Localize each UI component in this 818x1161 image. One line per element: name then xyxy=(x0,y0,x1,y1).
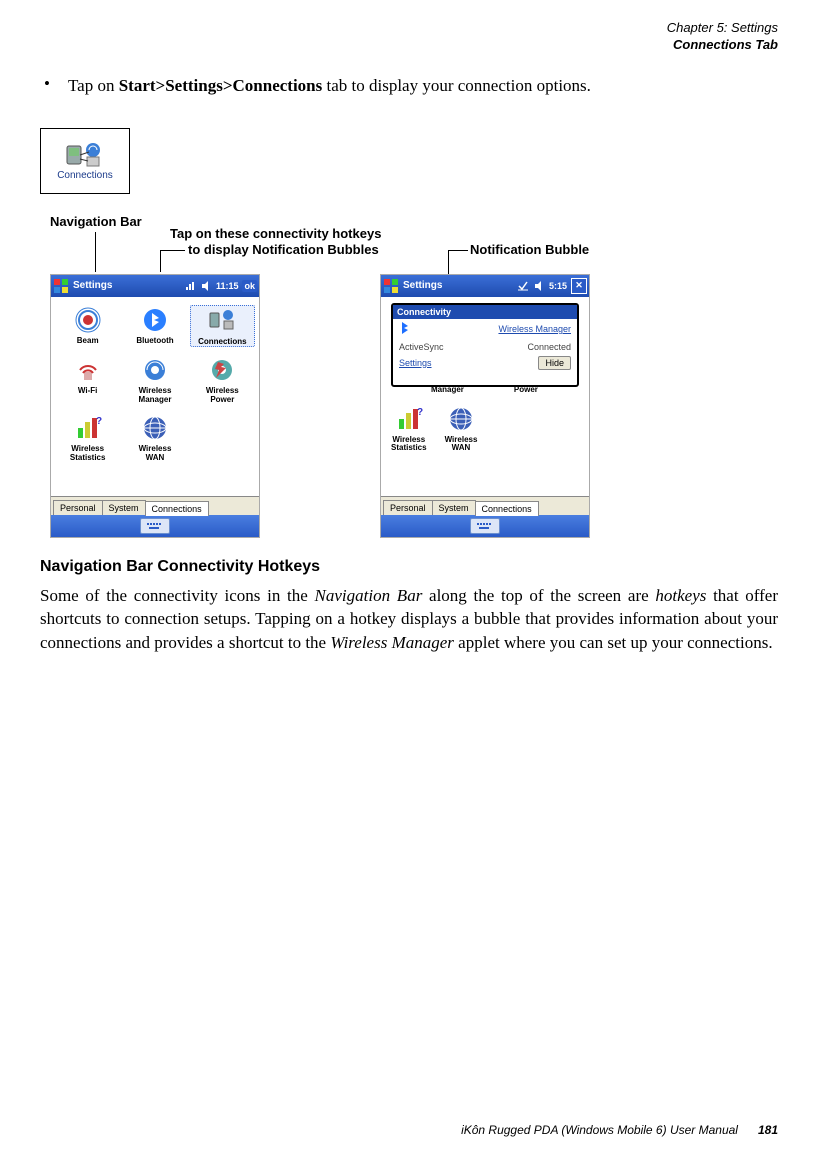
wm-body-1: Beam Bluetooth Connections Wi-Fi xyxy=(51,297,259,496)
header-section: Connections Tab xyxy=(40,37,778,54)
hide-button[interactable]: Hide xyxy=(538,356,571,370)
windows-flag-icon xyxy=(53,278,69,294)
ok-button[interactable]: ok xyxy=(242,280,257,292)
callout-line-hotkeys-v xyxy=(160,250,161,272)
wm-titlebar-1: Settings 11:15 ok xyxy=(51,275,259,297)
app-beam-label: Beam xyxy=(77,337,99,346)
app-beam[interactable]: Beam xyxy=(55,305,120,348)
section-heading: Navigation Bar Connectivity Hotkeys xyxy=(40,558,778,576)
keyboard-icon[interactable] xyxy=(140,518,170,534)
screenshot-row: Settings 11:15 ok Beam xyxy=(50,274,778,538)
app-wifi[interactable]: Wi-Fi xyxy=(55,355,120,405)
callout-line-navbar xyxy=(95,232,96,272)
tab-system-2[interactable]: System xyxy=(432,500,476,515)
para-italic-2: hotkeys xyxy=(655,586,706,605)
wm-title-1: Settings xyxy=(73,280,112,291)
app-wireless-wan-2[interactable]: WirelessWAN xyxy=(445,404,478,454)
app-wireless-wan[interactable]: WirelessWAN xyxy=(122,413,187,463)
instruction-bullet: • Tap on Start>Settings>Connections tab … xyxy=(40,74,778,113)
section-paragraph: Some of the connectivity icons in the Na… xyxy=(40,584,778,655)
callout-line-hotkeys-h xyxy=(160,250,185,251)
instr-path: Start>Settings>Connections xyxy=(119,76,323,95)
pda-screenshot-settings: Settings 11:15 ok Beam xyxy=(50,274,260,538)
callout-line-bubble-h xyxy=(448,250,468,251)
wm-titlebar-2: Settings 5:15 ✕ xyxy=(381,275,589,297)
wm-softbar-2 xyxy=(381,515,589,537)
instruction-text: Tap on Start>Settings>Connections tab to… xyxy=(68,74,591,98)
app-bluetooth[interactable]: Bluetooth xyxy=(122,305,187,348)
pda-screenshot-bubble: Settings 5:15 ✕ Manager Power xyxy=(380,274,590,538)
wm-title-2: Settings xyxy=(403,280,442,291)
app-wireless-wan-label-2: WirelessWAN xyxy=(445,436,478,454)
bubble-row-sync: ActiveSync Connected xyxy=(393,340,577,354)
app-wireless-manager-label: WirelessManager xyxy=(139,387,172,405)
volume-icon-2[interactable] xyxy=(533,280,545,292)
windows-flag-icon-2 xyxy=(383,278,399,294)
tab-connections-1[interactable]: Connections xyxy=(145,501,209,516)
wm-time-2: 5:15 xyxy=(549,281,567,291)
para-seg-4: applet where you can set up your connect… xyxy=(454,633,773,652)
svg-text:?: ? xyxy=(417,407,423,418)
tab-connections-2[interactable]: Connections xyxy=(475,501,539,516)
bubble-row-settings: Settings Hide xyxy=(393,354,577,372)
connections-icon xyxy=(65,140,105,168)
callout-notification-bubble: Notification Bubble xyxy=(470,242,589,257)
volume-icon[interactable] xyxy=(200,280,212,292)
activesync-label: ActiveSync xyxy=(399,342,444,352)
instr-prefix: Tap on xyxy=(68,76,119,95)
para-italic-3: Wireless Manager xyxy=(330,633,454,652)
wm-time-1: 11:15 xyxy=(216,281,239,291)
activesync-status: Connected xyxy=(527,342,571,352)
page-footer: iKôn Rugged PDA (Windows Mobile 6) User … xyxy=(40,1123,778,1137)
para-seg-1: Some of the connectivity icons in the xyxy=(40,586,315,605)
para-italic-1: Navigation Bar xyxy=(315,586,423,605)
wm-body-2: Manager Power ? WirelessStatistics Wirel… xyxy=(381,297,589,496)
tab-system-1[interactable]: System xyxy=(102,500,146,515)
instr-suffix: tab to display your connection options. xyxy=(322,76,591,95)
tab-personal-2[interactable]: Personal xyxy=(383,500,433,515)
notification-bubble: Connectivity Wireless Manager ActiveSync… xyxy=(391,303,579,387)
callout-hotkeys-line2: to display Notification Bubbles xyxy=(188,242,379,257)
settings-icon-grid: Beam Bluetooth Connections Wi-Fi xyxy=(51,297,259,471)
footer-manual-title: iKôn Rugged PDA (Windows Mobile 6) User … xyxy=(461,1123,738,1137)
app-wireless-power-label: WirelessPower xyxy=(206,387,239,405)
app-wireless-statistics-label-2: WirelessStatistics xyxy=(391,436,427,454)
para-seg-2: along the top of the screen are xyxy=(422,586,655,605)
connections-applet-icon: Connections xyxy=(40,128,130,194)
wm-tabs-1: Personal System Connections xyxy=(51,496,259,515)
callout-navigation-bar: Navigation Bar xyxy=(50,214,142,229)
app-connections[interactable]: Connections xyxy=(190,305,255,348)
app-wireless-power[interactable]: WirelessPower xyxy=(190,355,255,405)
app-bluetooth-label: Bluetooth xyxy=(136,337,173,346)
app-wifi-label: Wi-Fi xyxy=(78,387,97,396)
wireless-manager-link[interactable]: Wireless Manager xyxy=(498,324,571,334)
svg-text:?: ? xyxy=(96,416,102,427)
close-button[interactable]: ✕ xyxy=(571,278,587,294)
bluetooth-icon xyxy=(399,321,411,338)
callout-hotkeys-line1: Tap on these connectivity hotkeys xyxy=(170,226,381,241)
connectivity-icon[interactable] xyxy=(517,280,529,292)
callout-labels: Navigation Bar Tap on these connectivity… xyxy=(40,214,778,274)
app-wireless-statistics-2[interactable]: ? WirelessStatistics xyxy=(391,404,427,454)
signal-icon[interactable] xyxy=(184,280,196,292)
header-chapter: Chapter 5: Settings xyxy=(40,20,778,37)
settings-link[interactable]: Settings xyxy=(399,358,432,368)
footer-page-number: 181 xyxy=(758,1123,778,1137)
page-header: Chapter 5: Settings Connections Tab xyxy=(40,20,778,54)
app-wireless-wan-label: WirelessWAN xyxy=(139,445,172,463)
wm-tabs-2: Personal System Connections xyxy=(381,496,589,515)
app-connections-label: Connections xyxy=(198,338,246,347)
app-wireless-statistics[interactable]: ? WirelessStatistics xyxy=(55,413,120,463)
tab-personal-1[interactable]: Personal xyxy=(53,500,103,515)
keyboard-icon-2[interactable] xyxy=(470,518,500,534)
app-wireless-statistics-label: WirelessStatistics xyxy=(70,445,106,463)
app-wireless-manager[interactable]: WirelessManager xyxy=(122,355,187,405)
bullet-dot: • xyxy=(44,74,50,94)
connections-icon-label: Connections xyxy=(57,170,113,181)
bubble-row-bt: Wireless Manager xyxy=(393,319,577,340)
bubble-title: Connectivity xyxy=(393,305,577,319)
wm-softbar-1 xyxy=(51,515,259,537)
